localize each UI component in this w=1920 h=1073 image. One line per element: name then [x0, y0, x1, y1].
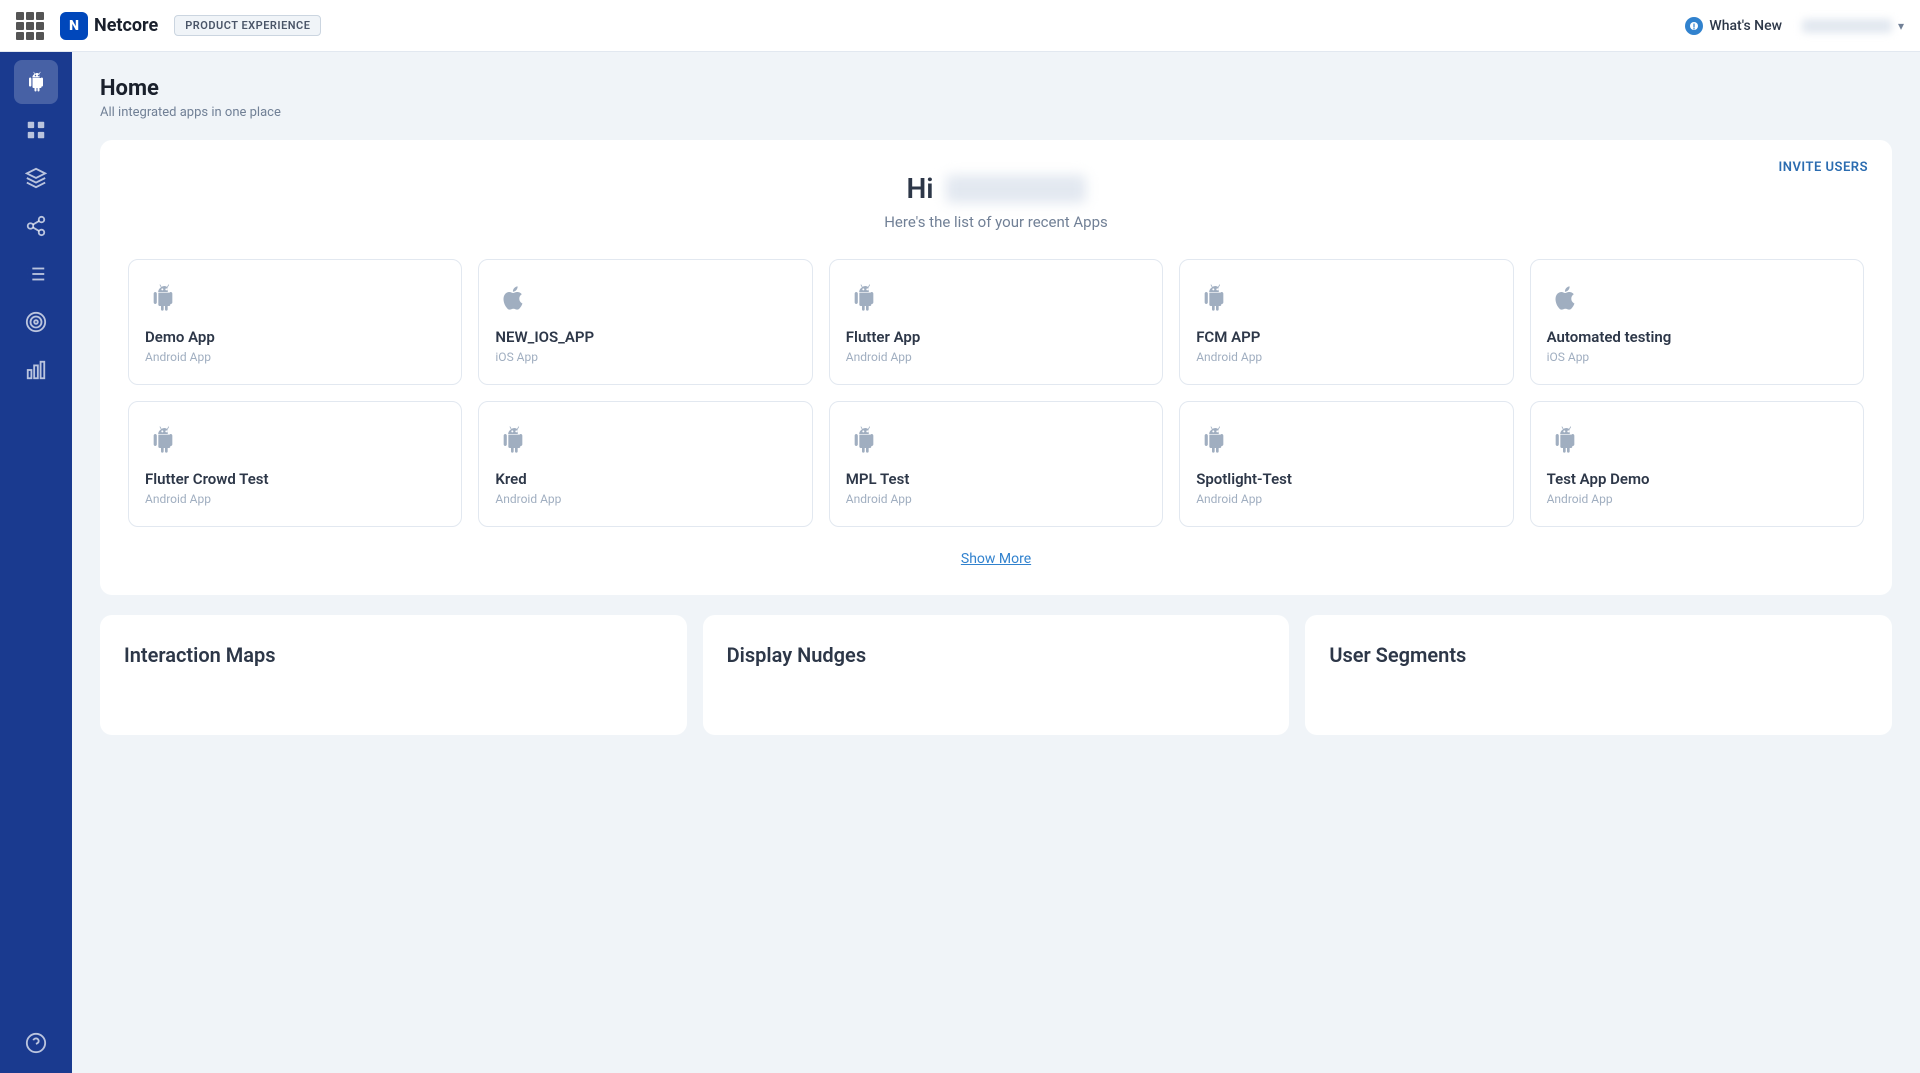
app-name: FCM APP — [1196, 328, 1496, 346]
page-title: Home — [100, 76, 1892, 101]
greeting-username — [946, 175, 1086, 203]
app-name: NEW_IOS_APP — [495, 328, 795, 346]
app-name: Spotlight-Test — [1196, 470, 1496, 488]
app-card[interactable]: Demo App Android App — [128, 259, 462, 385]
top-navigation: N Netcore PRODUCT EXPERIENCE What's New … — [0, 0, 1920, 52]
app-type: iOS App — [1547, 350, 1847, 364]
app-card[interactable]: FCM APP Android App — [1179, 259, 1513, 385]
app-card[interactable]: Flutter App Android App — [829, 259, 1163, 385]
app-type: Android App — [1196, 350, 1496, 364]
greeting-text: Hi — [128, 172, 1864, 205]
app-card[interactable]: Automated testing iOS App — [1530, 259, 1864, 385]
bottom-card[interactable]: Interaction Maps — [100, 615, 687, 735]
app-name: Automated testing — [1547, 328, 1847, 346]
logo-text: Netcore — [94, 15, 158, 36]
app-name: Demo App — [145, 328, 445, 346]
app-card[interactable]: Kred Android App — [478, 401, 812, 527]
sidebar-item-pages[interactable] — [14, 108, 58, 152]
app-name: Flutter App — [846, 328, 1146, 346]
app-name: Test App Demo — [1547, 470, 1847, 488]
sidebar-item-chart[interactable] — [14, 348, 58, 392]
topnav-right: What's New ▾ — [1685, 17, 1904, 35]
android-icon — [846, 422, 882, 458]
whats-new-icon — [1685, 17, 1703, 35]
bottom-cards: Interaction Maps Display Nudges User Segme… — [100, 615, 1892, 735]
sidebar-item-android[interactable] — [14, 60, 58, 104]
android-icon — [1547, 422, 1583, 458]
app-type: Android App — [1196, 492, 1496, 506]
page-subtitle: All integrated apps in one place — [100, 105, 1892, 120]
app-type: Android App — [1547, 492, 1847, 506]
app-type: Android App — [145, 350, 445, 364]
bottom-card-title: Display Nudges — [727, 643, 1266, 667]
invite-users-button[interactable]: INVITE USERS — [1779, 160, 1868, 175]
app-type: Android App — [846, 350, 1146, 364]
sidebar — [0, 52, 72, 1073]
app-name: MPL Test — [846, 470, 1146, 488]
netcore-logo-mark: N — [60, 12, 88, 40]
android-icon — [1196, 422, 1232, 458]
grid-menu-icon[interactable] — [16, 12, 44, 40]
apps-subtitle: Here's the list of your recent Apps — [128, 213, 1864, 231]
app-type: Android App — [145, 492, 445, 506]
app-name: Kred — [495, 470, 795, 488]
android-icon — [495, 422, 531, 458]
sidebar-item-help[interactable] — [14, 1021, 58, 1065]
whats-new-label: What's New — [1709, 18, 1782, 34]
sidebar-bottom — [14, 1021, 58, 1065]
app-card[interactable]: Test App Demo Android App — [1530, 401, 1864, 527]
app-card[interactable]: Flutter Crowd Test Android App — [128, 401, 462, 527]
bottom-card-title: Interaction Maps — [124, 643, 663, 667]
bottom-card-title: User Segments — [1329, 643, 1868, 667]
app-card[interactable]: NEW_IOS_APP iOS App — [478, 259, 812, 385]
logo: N Netcore — [60, 12, 158, 40]
android-icon — [145, 280, 181, 316]
sidebar-item-target[interactable] — [14, 300, 58, 344]
user-name — [1802, 19, 1892, 33]
sidebar-item-share[interactable] — [14, 204, 58, 248]
apps-grid: Demo App Android App NEW_IOS_APP iOS App… — [128, 259, 1864, 527]
sidebar-item-list[interactable] — [14, 252, 58, 296]
whats-new-button[interactable]: What's New — [1685, 17, 1782, 35]
main-layout: Home All integrated apps in one place IN… — [0, 52, 1920, 1073]
show-more-button[interactable]: Show More — [128, 551, 1864, 567]
page-header: Home All integrated apps in one place — [100, 76, 1892, 120]
bottom-card[interactable]: User Segments — [1305, 615, 1892, 735]
user-menu[interactable]: ▾ — [1802, 19, 1904, 33]
app-card[interactable]: Spotlight-Test Android App — [1179, 401, 1513, 527]
android-icon — [846, 280, 882, 316]
android-icon — [145, 422, 181, 458]
sidebar-item-stack[interactable] — [14, 156, 58, 200]
main-content: Home All integrated apps in one place IN… — [72, 52, 1920, 1073]
app-type: Android App — [495, 492, 795, 506]
ios-icon — [495, 280, 531, 316]
ios-icon — [1547, 280, 1583, 316]
bottom-card[interactable]: Display Nudges — [703, 615, 1290, 735]
android-icon — [1196, 280, 1232, 316]
app-type: Android App — [846, 492, 1146, 506]
product-experience-badge[interactable]: PRODUCT EXPERIENCE — [174, 15, 321, 36]
apps-card: INVITE USERS Hi Here's the list of your … — [100, 140, 1892, 595]
chevron-down-icon: ▾ — [1898, 19, 1904, 33]
app-type: iOS App — [495, 350, 795, 364]
app-card[interactable]: MPL Test Android App — [829, 401, 1163, 527]
app-name: Flutter Crowd Test — [145, 470, 445, 488]
